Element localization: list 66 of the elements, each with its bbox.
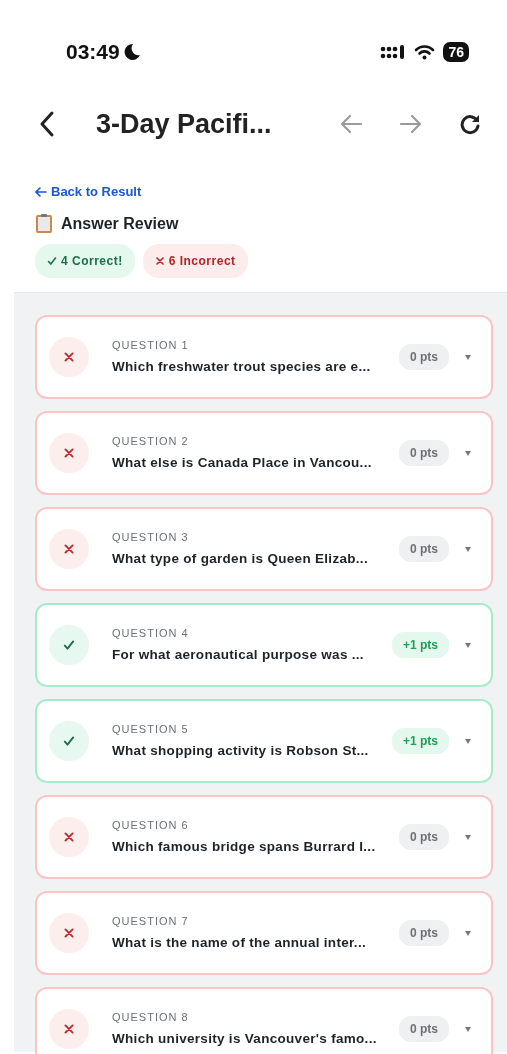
arrow-left-icon[interactable] [339,112,363,136]
points-badge: 0 pts [399,536,449,562]
clipboard-icon [35,214,53,234]
cross-icon [154,256,165,266]
check-icon [47,256,57,266]
wifi-icon [414,44,436,60]
incorrect-icon [49,433,89,473]
question-text: Which freshwater trout species are e... [112,358,372,377]
question-number: QUESTION 3 [112,529,190,545]
correct-count-badge: 4 Correct! [35,244,135,278]
moon-icon [123,43,141,61]
incorrect-count-badge: 6 Incorrect [142,244,248,278]
question-card[interactable]: QUESTION 3 What type of garden is Queen Elizab... 0 pts [35,507,493,591]
points-badge: +1 pts [392,728,449,754]
question-number: QUESTION 5 [112,721,190,737]
caret-icon[interactable] [465,354,471,360]
correct-icon [49,721,89,761]
question-text: What type of garden is Queen Elizab... [112,550,369,569]
battery-indicator: 76 [443,42,469,62]
back-icon[interactable] [38,110,56,138]
caret-icon[interactable] [465,834,471,840]
incorrect-icon [49,817,89,857]
question-card[interactable]: QUESTION 7 What is the name of the annual inter... 0 pts [35,891,493,975]
question-text: Which famous bridge spans Burrard I... [112,838,377,857]
question-text: Which university is Vancouver's famo... [112,1030,378,1049]
incorrect-icon [49,337,89,377]
points-badge: 0 pts [399,440,449,466]
caret-icon[interactable] [465,450,471,456]
points-badge: 0 pts [399,344,449,370]
arrow-left-icon [35,187,47,197]
incorrect-icon [49,1009,89,1049]
incorrect-icon [49,913,89,953]
caret-icon[interactable] [465,930,471,936]
question-number: QUESTION 2 [112,433,190,449]
question-text: What shopping activity is Robson St... [112,742,370,761]
status-time: 03:49 [66,39,120,66]
caret-icon[interactable] [465,1026,471,1032]
question-number: QUESTION 8 [112,1009,190,1025]
question-card[interactable]: QUESTION 1 Which freshwater trout species are e... 0 pts [35,315,493,399]
question-card[interactable]: QUESTION 5 What shopping activity is Robson St... +1 pts [35,699,493,783]
question-card[interactable]: QUESTION 2 What else is Canada Place in Vancou... 0 pts [35,411,493,495]
caret-icon[interactable] [465,738,471,744]
section-heading: Answer Review [61,214,179,234]
question-text: What is the name of the annual inter... [112,934,367,953]
question-text: For what aeronautical purpose was ... [112,646,365,665]
arrow-right-icon[interactable] [399,112,423,136]
incorrect-icon [49,529,89,569]
caret-icon[interactable] [465,642,471,648]
points-badge: +1 pts [392,632,449,658]
question-card[interactable]: QUESTION 6 Which famous bridge spans Burrard I... 0 pts [35,795,493,879]
question-number: QUESTION 7 [112,913,190,929]
question-number: QUESTION 1 [112,337,190,353]
question-card[interactable]: QUESTION 4 For what aeronautical purpose was ... +1 pts [35,603,493,687]
page-title: 3-Day Pacifi... [96,107,273,141]
question-number: QUESTION 4 [112,625,190,641]
question-card[interactable]: QUESTION 8 Which university is Vancouver's famo... 0 pts [35,987,493,1054]
correct-icon [49,625,89,665]
back-link[interactable]: Back to Result [35,182,142,202]
reload-icon[interactable] [459,113,481,135]
points-badge: 0 pts [399,1016,449,1042]
points-badge: 0 pts [399,920,449,946]
question-number: QUESTION 6 [112,817,190,833]
question-text: What else is Canada Place in Vancou... [112,454,373,473]
signal-icon [380,44,407,60]
caret-icon[interactable] [465,546,471,552]
points-badge: 0 pts [399,824,449,850]
